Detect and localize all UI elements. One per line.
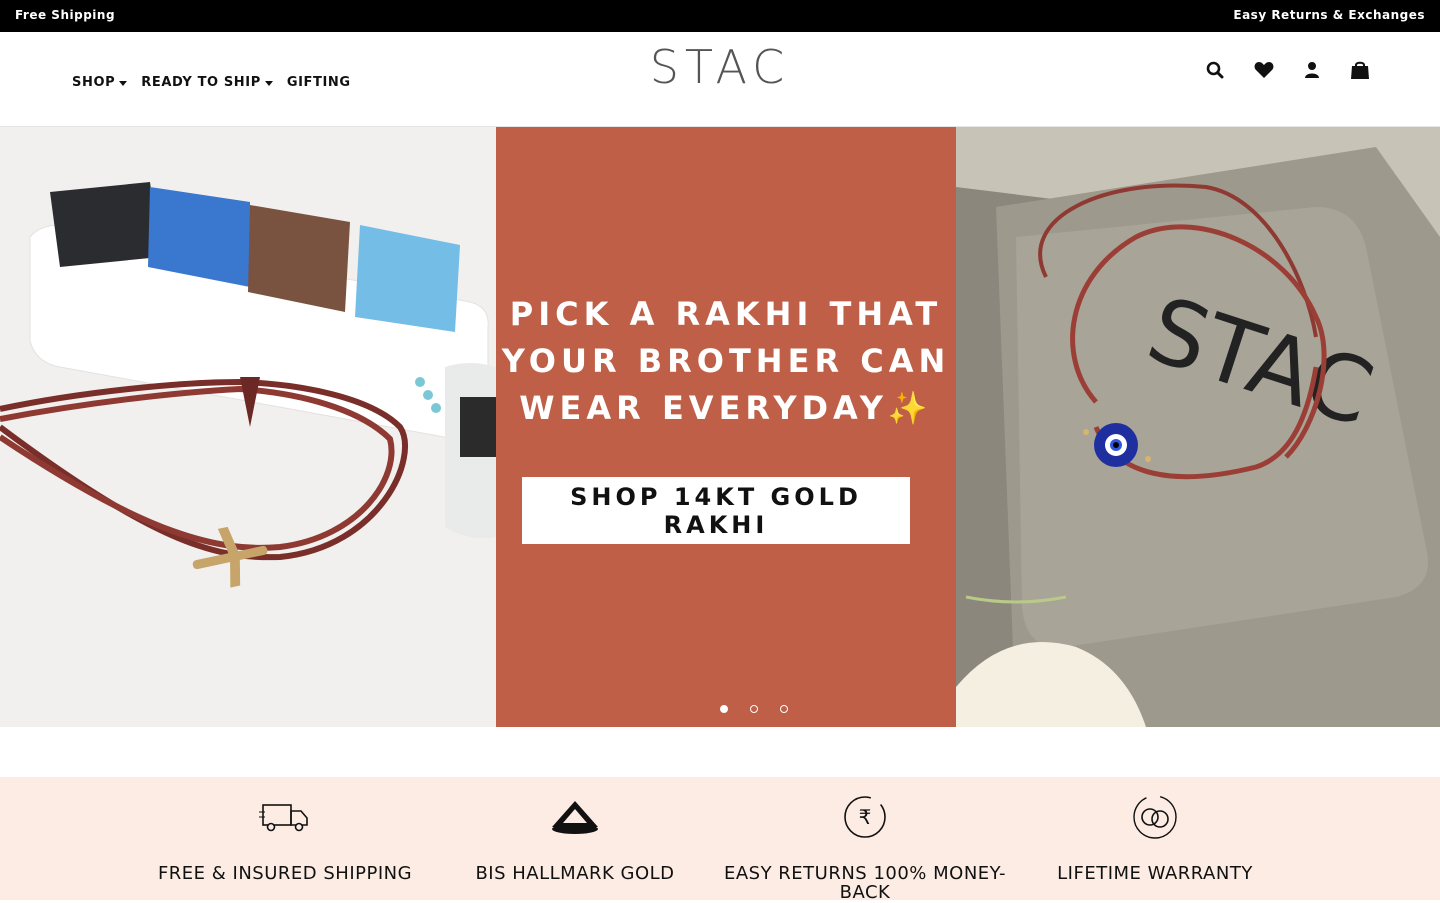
- site-header: SHOP READY TO SHIP GIFTING STAC: [0, 32, 1440, 127]
- wishlist-heart-icon[interactable]: [1254, 61, 1274, 79]
- feature-hallmark-label: BIS HALLMARK GOLD: [475, 863, 675, 884]
- cart-bag-icon[interactable]: [1350, 60, 1370, 80]
- airplane-rakhi-photo: [0, 127, 496, 727]
- shop-14kt-gold-rakhi-button[interactable]: SHOP 14KT GOLD RAKHI: [522, 477, 910, 544]
- feature-hallmark: BIS HALLMARK GOLD: [430, 793, 720, 883]
- hero-slider[interactable]: PICK A RAKHI THAT YOUR BROTHER CAN WEAR …: [0, 127, 1440, 727]
- nav-gifting-label: GIFTING: [286, 75, 351, 90]
- stac-logo[interactable]: STAC: [640, 40, 800, 94]
- chevron-down-icon: [119, 80, 128, 86]
- account-icon[interactable]: [1304, 61, 1320, 79]
- nav-gifting[interactable]: GIFTING: [287, 75, 351, 90]
- chevron-down-icon: [264, 80, 273, 86]
- svg-text:₹: ₹: [859, 805, 872, 829]
- slider-dots: [720, 705, 788, 713]
- feature-returns-label: EASY RETURNS 100% MONEY-BACK: [723, 863, 1007, 903]
- slide-dot-3[interactable]: [780, 705, 788, 713]
- feature-warranty-label: LIFETIME WARRANTY: [1057, 863, 1253, 884]
- announcement-bar: Free Shipping Easy Returns & Exchanges: [0, 0, 1440, 32]
- nav-ready-to-ship-label: READY TO SHIP: [141, 75, 261, 90]
- nav-ready-to-ship[interactable]: READY TO SHIP: [141, 75, 273, 90]
- free-shipping-text: Free Shipping: [15, 8, 116, 22]
- nav-shop-label: SHOP: [72, 75, 116, 90]
- feature-returns: ₹ EASY RETURNS 100% MONEY-BACK: [720, 793, 1010, 902]
- slide-dot-2[interactable]: [750, 705, 758, 713]
- rings-warranty-icon: [1010, 793, 1300, 841]
- features-strip: FREE & INSURED SHIPPING BIS HALLMARK GOL…: [0, 777, 1440, 902]
- feature-warranty: LIFETIME WARRANTY: [1010, 793, 1300, 883]
- nav-shop[interactable]: SHOP: [72, 75, 128, 90]
- bis-hallmark-icon: [430, 793, 720, 841]
- evil-eye-rakhi-photo: STAC: [956, 127, 1440, 727]
- easy-returns-text: Easy Returns & Exchanges: [1233, 8, 1425, 22]
- feature-shipping: FREE & INSURED SHIPPING: [140, 793, 430, 883]
- promo-panel: PICK A RAKHI THAT YOUR BROTHER CAN WEAR …: [496, 127, 956, 727]
- search-icon[interactable]: [1206, 61, 1224, 79]
- slide-dot-1[interactable]: [720, 705, 728, 713]
- delivery-truck-icon: [140, 793, 430, 841]
- hero-headline: PICK A RAKHI THAT YOUR BROTHER CAN WEAR …: [501, 295, 951, 427]
- rupee-return-icon: ₹: [720, 793, 1010, 841]
- feature-shipping-label: FREE & INSURED SHIPPING: [157, 863, 413, 884]
- main-nav: SHOP READY TO SHIP GIFTING: [72, 75, 351, 90]
- header-icons: [1206, 60, 1370, 80]
